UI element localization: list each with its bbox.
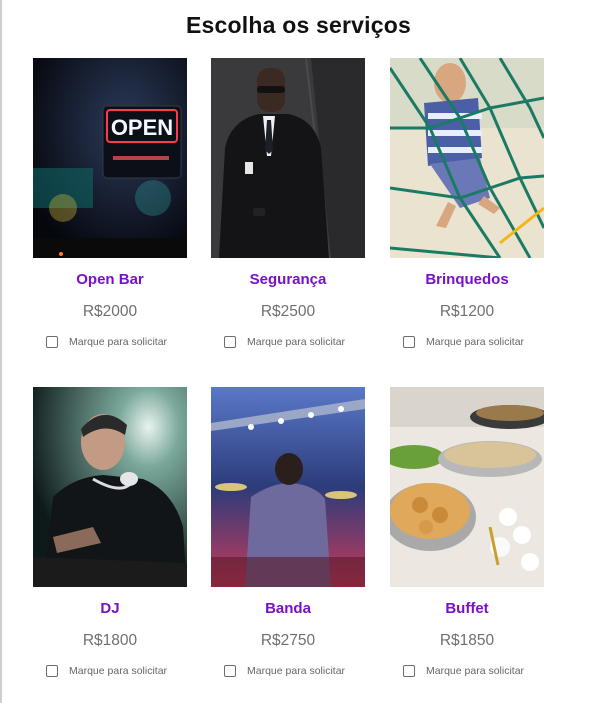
- open-sign-text: OPEN: [111, 115, 173, 140]
- dj-headphones-photo: [33, 387, 187, 587]
- service-price: R$1200: [439, 303, 495, 320]
- service-price: R$1800: [82, 632, 138, 649]
- buffet-food-trays-photo: [390, 387, 544, 587]
- service-name: Buffet: [445, 600, 489, 617]
- service-name: Brinquedos: [425, 271, 509, 288]
- checkbox-label: Marque para solicitar: [426, 336, 525, 348]
- request-checkbox-row[interactable]: Marque para solicitar: [403, 662, 524, 680]
- checkbox-label: Marque para solicitar: [69, 336, 168, 348]
- request-checkbox[interactable]: [403, 336, 415, 348]
- service-price: R$1850: [439, 632, 495, 649]
- service-card-brinquedos: Brinquedos R$1200 Marque para solicitar: [390, 58, 550, 358]
- band-drummer-stage-photo: [211, 387, 365, 587]
- open-neon-sign-photo: OPEN: [33, 58, 187, 258]
- request-checkbox-row[interactable]: Marque para solicitar: [224, 333, 345, 351]
- services-grid: OPEN Open Bar R$2000 Marque para solicit…: [0, 0, 597, 703]
- service-card-dj: DJ R$1800 Marque para solicitar: [33, 387, 193, 687]
- request-checkbox[interactable]: [224, 665, 236, 677]
- request-checkbox[interactable]: [403, 665, 415, 677]
- request-checkbox[interactable]: [46, 336, 58, 348]
- request-checkbox-row[interactable]: Marque para solicitar: [46, 333, 167, 351]
- request-checkbox-row[interactable]: Marque para solicitar: [403, 333, 524, 351]
- service-card-buffet: Buffet R$1850 Marque para solicitar: [390, 387, 550, 687]
- request-checkbox[interactable]: [46, 665, 58, 677]
- security-guard-photo: [211, 58, 365, 258]
- service-card-seguranca: Segurança R$2500 Marque para solicitar: [211, 58, 371, 358]
- service-price: R$2750: [260, 632, 316, 649]
- request-checkbox-row[interactable]: Marque para solicitar: [224, 662, 345, 680]
- service-name: Banda: [265, 600, 311, 617]
- checkbox-label: Marque para solicitar: [426, 665, 525, 677]
- request-checkbox[interactable]: [224, 336, 236, 348]
- service-name: DJ: [100, 600, 120, 617]
- service-price: R$2000: [82, 303, 138, 320]
- service-name: Open Bar: [76, 271, 144, 288]
- service-price: R$2500: [260, 303, 316, 320]
- service-card-banda: Banda R$2750 Marque para solicitar: [211, 387, 371, 687]
- service-name: Segurança: [249, 271, 327, 288]
- checkbox-label: Marque para solicitar: [247, 336, 346, 348]
- kid-climbing-net-photo: [390, 58, 544, 258]
- service-card-open-bar: OPEN Open Bar R$2000 Marque para solicit…: [33, 58, 193, 358]
- checkbox-label: Marque para solicitar: [247, 665, 346, 677]
- request-checkbox-row[interactable]: Marque para solicitar: [46, 662, 167, 680]
- checkbox-label: Marque para solicitar: [69, 665, 168, 677]
